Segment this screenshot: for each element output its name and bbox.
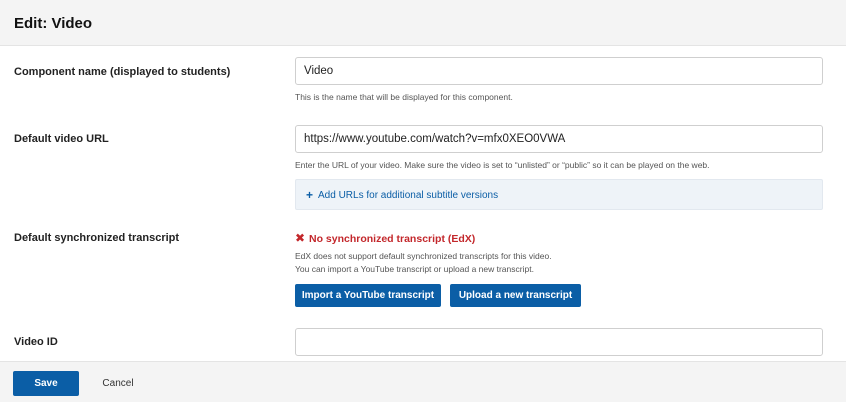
transcript-label: Default synchronized transcript bbox=[14, 232, 180, 244]
default-video-url-label: Default video URL bbox=[14, 133, 109, 145]
page-title: Edit: Video bbox=[14, 15, 93, 32]
add-subtitle-urls-label: Add URLs for additional subtitle version… bbox=[318, 190, 499, 201]
transcript-help-line2: You can import a YouTube transcript or u… bbox=[295, 264, 534, 274]
editor-header: Edit: Video bbox=[0, 0, 846, 46]
video-id-input[interactable] bbox=[295, 328, 823, 356]
default-video-url-input[interactable] bbox=[295, 125, 823, 153]
component-name-input[interactable] bbox=[295, 57, 823, 85]
plus-icon: + bbox=[306, 188, 314, 202]
upload-transcript-button[interactable]: Upload a new transcript bbox=[450, 284, 581, 307]
default-video-url-help: Enter the URL of your video. Make sure t… bbox=[295, 160, 710, 170]
transcript-help-line1: EdX does not support default synchronize… bbox=[295, 251, 552, 261]
cancel-button[interactable]: Cancel bbox=[96, 371, 140, 396]
component-name-help: This is the name that will be displayed … bbox=[295, 92, 513, 102]
video-id-label: Video ID bbox=[14, 336, 58, 348]
transcript-error-text: No synchronized transcript (EdX) bbox=[309, 233, 476, 245]
import-youtube-transcript-button[interactable]: Import a YouTube transcript bbox=[295, 284, 441, 307]
error-x-icon: ✖ bbox=[295, 231, 306, 245]
editor-footer: Save Cancel bbox=[0, 361, 846, 402]
add-subtitle-urls-button[interactable]: + Add URLs for additional subtitle versi… bbox=[295, 179, 823, 210]
component-name-label: Component name (displayed to students) bbox=[14, 66, 231, 78]
save-button[interactable]: Save bbox=[13, 371, 79, 396]
